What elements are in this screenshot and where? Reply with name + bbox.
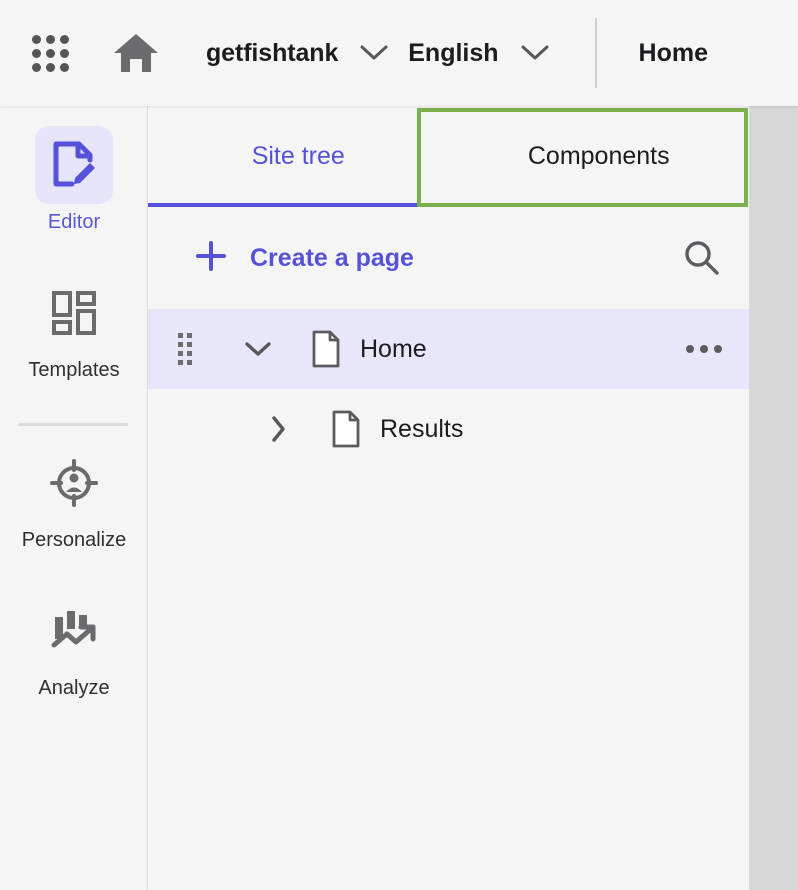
handle-dot bbox=[187, 351, 192, 356]
left-navigation-rail: Editor Templates bbox=[0, 106, 148, 890]
grid-dot bbox=[60, 49, 69, 58]
site-chevron-down-icon[interactable] bbox=[358, 37, 390, 69]
tree-row[interactable]: Results bbox=[148, 389, 749, 469]
chevron-down-icon[interactable] bbox=[238, 329, 278, 369]
rail-item-templates[interactable]: Templates bbox=[0, 274, 148, 382]
target-person-icon bbox=[35, 444, 113, 522]
language-chevron-down-icon[interactable] bbox=[519, 37, 551, 69]
application-window: getfishtank English Home Edit bbox=[0, 0, 798, 890]
tree-row-label: Home bbox=[360, 335, 427, 364]
drag-handle-icon[interactable] bbox=[178, 333, 194, 365]
handle-dot bbox=[187, 342, 192, 347]
tab-label: Components bbox=[528, 142, 670, 171]
home-icon[interactable] bbox=[112, 29, 160, 77]
rail-item-personalize[interactable]: Personalize bbox=[0, 444, 148, 552]
menu-dot bbox=[686, 345, 694, 353]
templates-grid-icon bbox=[35, 274, 113, 352]
grid-dot bbox=[32, 49, 41, 58]
site-tree-panel: Site tree Components Create a page bbox=[148, 106, 749, 890]
rail-item-label: Personalize bbox=[22, 529, 127, 552]
grid-dot bbox=[46, 63, 55, 72]
menu-dot bbox=[714, 345, 722, 353]
rail-item-label: Editor bbox=[48, 211, 100, 234]
grid-dot bbox=[32, 63, 41, 72]
ellipsis-icon[interactable] bbox=[681, 326, 727, 372]
rail-item-label: Templates bbox=[28, 359, 119, 382]
document-edit-icon bbox=[35, 126, 113, 204]
rail-item-label: Analyze bbox=[38, 677, 109, 700]
page-icon bbox=[330, 410, 362, 448]
grid-dot bbox=[32, 35, 41, 44]
grid-dot bbox=[46, 35, 55, 44]
tab-label: Site tree bbox=[252, 142, 345, 171]
grid-dot bbox=[60, 63, 69, 72]
tree-row-label: Results bbox=[380, 415, 463, 444]
current-page-label[interactable]: Home bbox=[639, 39, 708, 68]
tab-site-tree[interactable]: Site tree bbox=[148, 106, 449, 207]
panel-tabs: Site tree Components bbox=[148, 106, 749, 207]
rail-item-analyze[interactable]: Analyze bbox=[0, 592, 148, 700]
rail-item-editor[interactable]: Editor bbox=[0, 126, 148, 234]
rail-divider bbox=[18, 423, 128, 426]
grid-dot bbox=[60, 35, 69, 44]
menu-dot bbox=[700, 345, 708, 353]
page-icon bbox=[310, 330, 342, 368]
site-name-selector[interactable]: getfishtank bbox=[206, 39, 338, 68]
handle-dot bbox=[187, 333, 192, 338]
handle-dot bbox=[187, 360, 192, 365]
handle-dot bbox=[178, 351, 183, 356]
grid-dot bbox=[46, 49, 55, 58]
tab-components[interactable]: Components bbox=[449, 106, 750, 207]
search-icon[interactable] bbox=[679, 235, 725, 281]
handle-dot bbox=[178, 360, 183, 365]
handle-dot bbox=[178, 333, 183, 338]
handle-dot bbox=[178, 342, 183, 347]
right-gutter-scrollbar[interactable] bbox=[749, 106, 798, 890]
create-a-page-button[interactable]: Create a page bbox=[194, 239, 414, 278]
tree-row[interactable]: Home bbox=[148, 309, 749, 389]
apps-grid-icon[interactable] bbox=[28, 31, 72, 75]
plus-icon bbox=[194, 239, 228, 278]
header-divider bbox=[595, 18, 597, 88]
language-selector[interactable]: English bbox=[408, 39, 498, 68]
create-a-page-label: Create a page bbox=[250, 244, 414, 273]
top-header-bar: getfishtank English Home bbox=[0, 0, 798, 106]
chevron-right-icon[interactable] bbox=[258, 409, 298, 449]
bar-chart-trend-icon bbox=[35, 592, 113, 670]
panel-toolbar: Create a page bbox=[148, 207, 749, 309]
